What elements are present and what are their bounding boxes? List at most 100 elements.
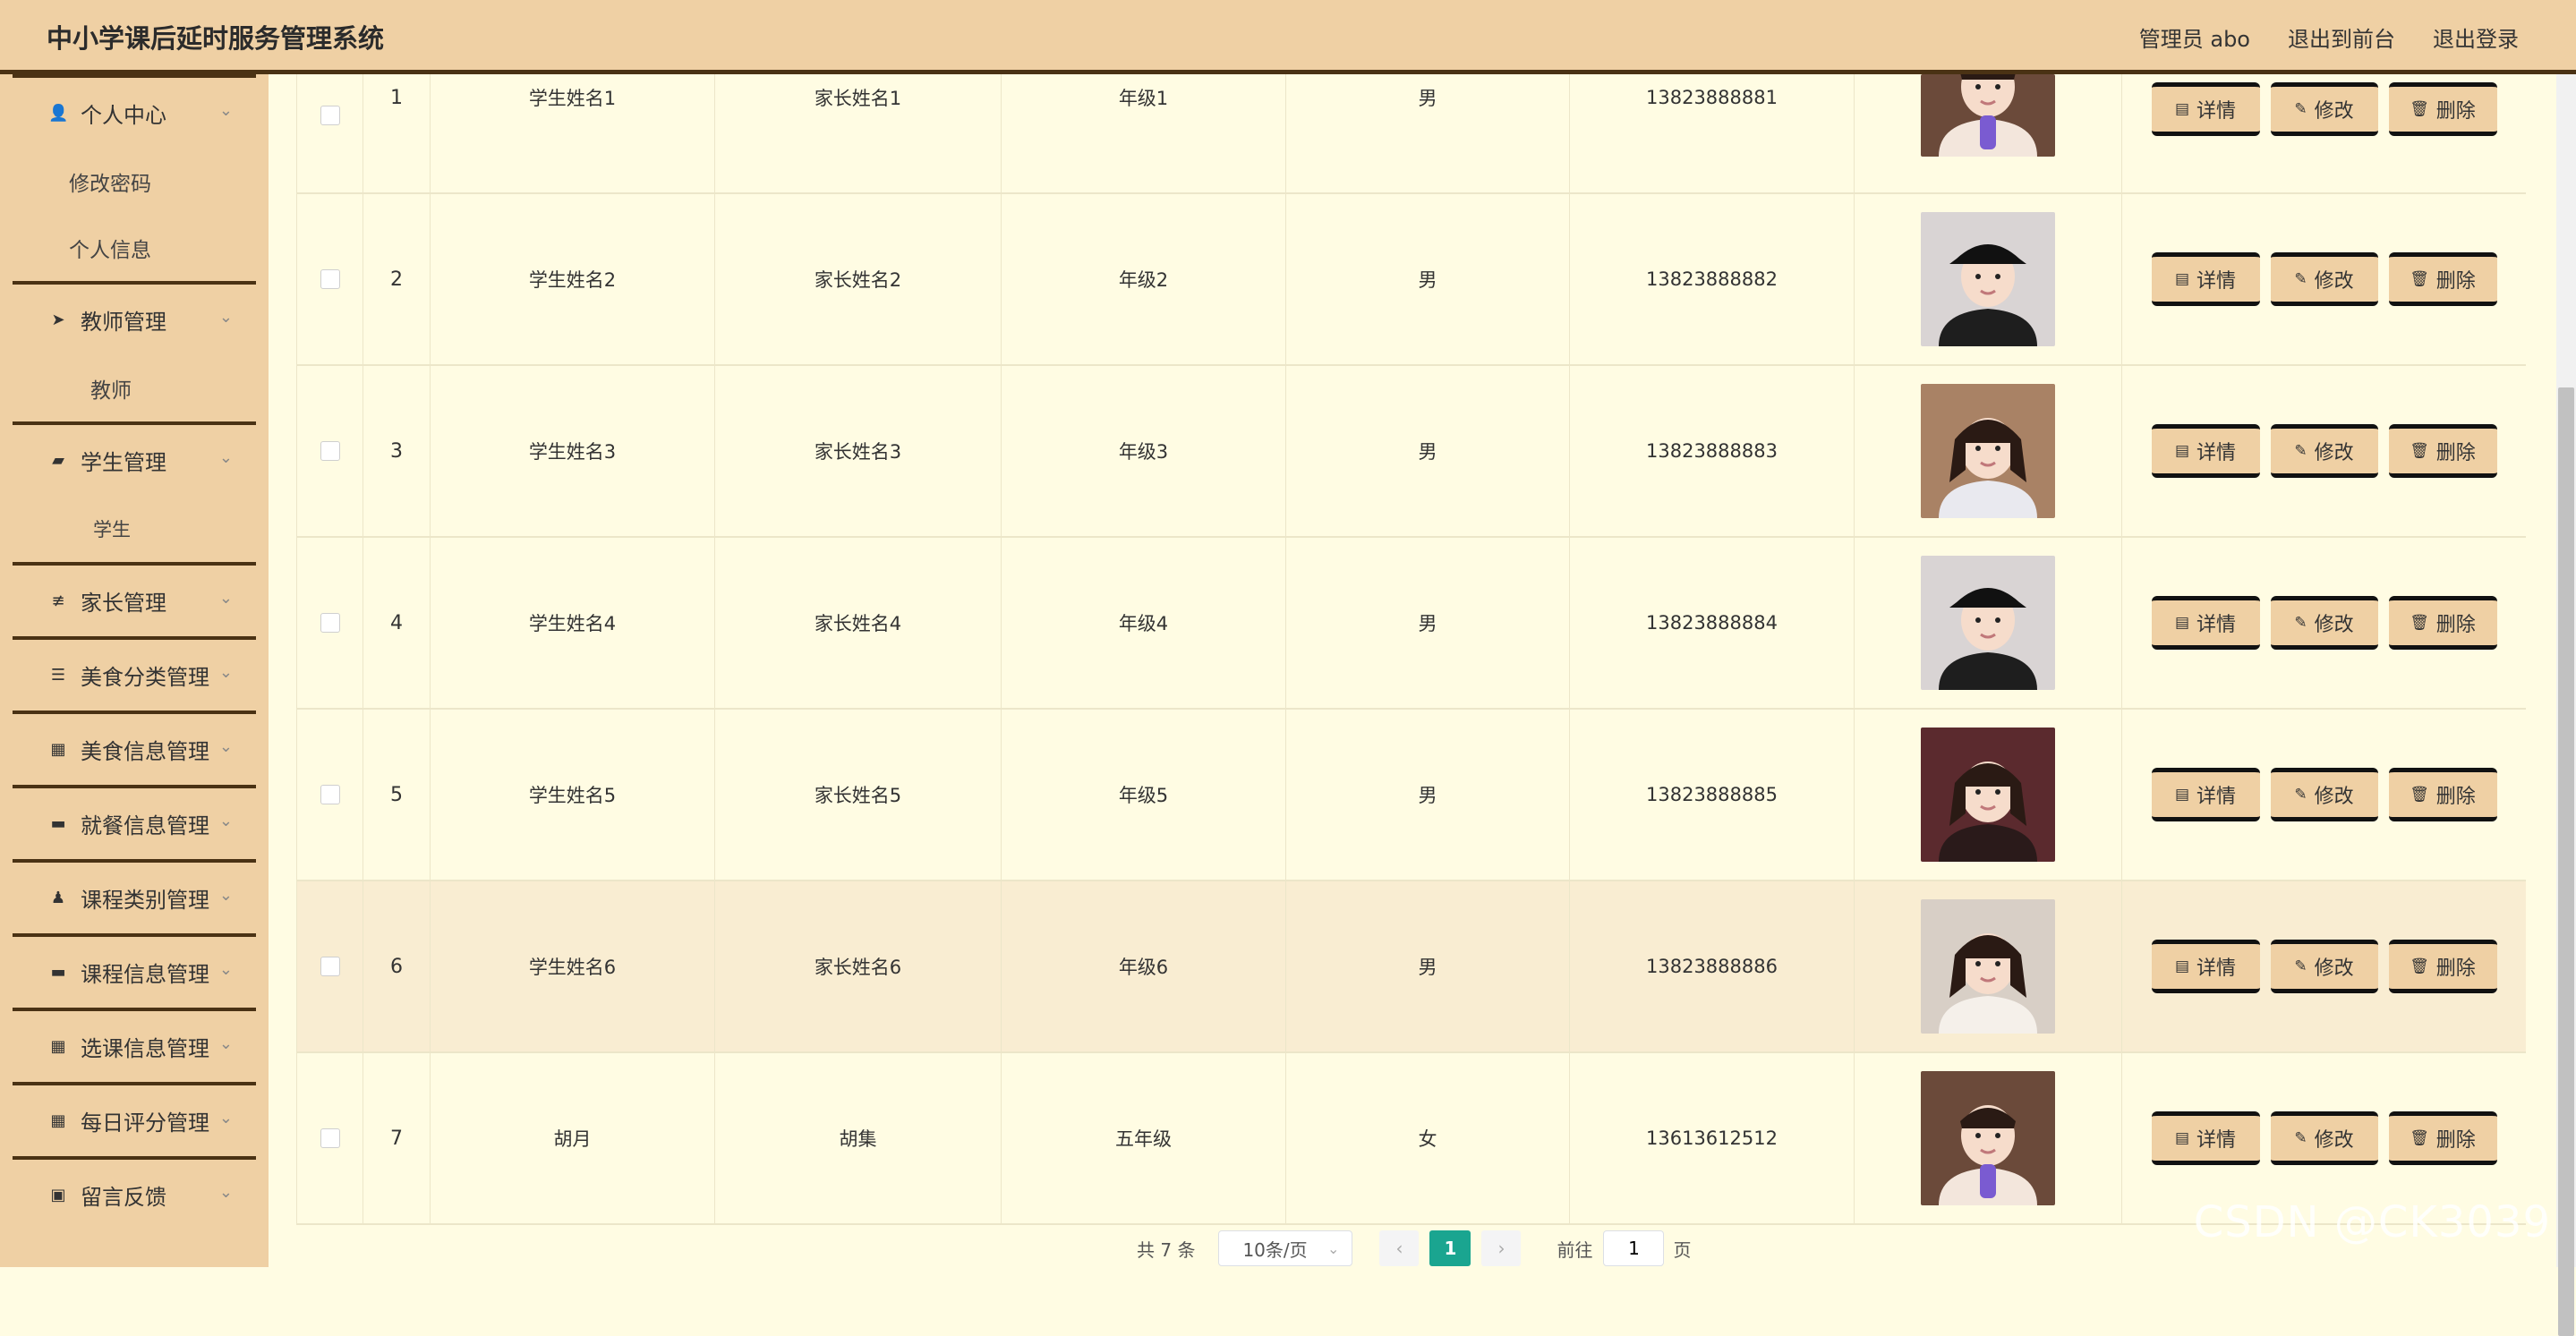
sidebar-subitem[interactable]: 修改密码 [0, 149, 269, 215]
edit-button[interactable]: ✎ 修改 [2270, 768, 2378, 821]
trash-icon: 🗑 [2410, 786, 2429, 804]
trash-icon: 🗑 [2410, 270, 2429, 288]
sidebar-item-label: 课程信息管理 [81, 962, 209, 987]
chevron-down-icon: ⌄ [218, 1183, 233, 1202]
student-name-cell: 学生姓名2 [431, 194, 715, 364]
prev-page-button[interactable]: ‹ [1379, 1230, 1420, 1266]
row-checkbox[interactable] [320, 785, 340, 804]
detail-button[interactable]: ▤ 详情 [2151, 768, 2260, 821]
pencil-icon: ✎ [2294, 786, 2307, 804]
parent-name-cell: 家长姓名5 [715, 710, 1002, 880]
detail-button[interactable]: ▤ 详情 [2151, 1111, 2260, 1165]
edit-button[interactable]: ✎ 修改 [2270, 596, 2378, 650]
sidebar-item-2[interactable]: ▰ 学生管理 ⌄ [13, 421, 256, 496]
scrollbar-track[interactable] [2556, 74, 2576, 1336]
trash-icon: 🗑 [2410, 614, 2429, 632]
student-name-cell: 学生姓名1 [431, 74, 715, 192]
sidebar-item-9[interactable]: ▦ 选课信息管理 ⌄ [13, 1008, 256, 1082]
grade-cell: 年级6 [1002, 881, 1286, 1051]
edit-button[interactable]: ✎ 修改 [2270, 82, 2378, 136]
parent-name-cell: 家长姓名6 [715, 881, 1002, 1051]
sidebar-item-3[interactable]: ≢ 家长管理 ⌄ [13, 562, 256, 636]
detail-button-label: 详情 [2196, 1129, 2237, 1152]
gender-cell: 女 [1286, 1053, 1570, 1223]
gender-cell: 男 [1286, 538, 1570, 708]
delete-button[interactable]: 🗑 删除 [2388, 252, 2497, 306]
detail-button[interactable]: ▤ 详情 [2151, 940, 2260, 993]
row-checkbox[interactable] [320, 613, 340, 633]
sidebar-item-0[interactable]: 👤 个人中心 ⌄ [13, 74, 256, 149]
delete-button[interactable]: 🗑 删除 [2388, 82, 2497, 136]
edit-button[interactable]: ✎ 修改 [2270, 1111, 2378, 1165]
delete-button-label: 删除 [2435, 100, 2476, 123]
index-cell: 4 [363, 538, 431, 708]
page-size-select[interactable]: 10条/页 ⌄ [1218, 1230, 1353, 1266]
select-cell [297, 881, 363, 1051]
row-checkbox[interactable] [320, 106, 340, 125]
sidebar-item-6[interactable]: ▬ 就餐信息管理 ⌄ [13, 785, 256, 859]
next-page-button[interactable]: › [1481, 1230, 1522, 1266]
row-checkbox[interactable] [320, 957, 340, 976]
parent-name-cell: 家长姓名3 [715, 366, 1002, 536]
delete-button[interactable]: 🗑 删除 [2388, 1111, 2497, 1165]
sidebar-item-4[interactable]: ☰ 美食分类管理 ⌄ [13, 636, 256, 711]
sidebar-item-8[interactable]: ▬ 课程信息管理 ⌄ [13, 933, 256, 1008]
delete-button-label: 删除 [2435, 442, 2476, 464]
sidebar-item-5[interactable]: ▦ 美食信息管理 ⌄ [13, 711, 256, 785]
sidebar-item-7[interactable]: ♟ 课程类别管理 ⌄ [13, 859, 256, 933]
edit-button-label: 修改 [2314, 957, 2354, 980]
delete-button[interactable]: 🗑 删除 [2388, 940, 2497, 993]
edit-button[interactable]: ✎ 修改 [2270, 424, 2378, 478]
sidebar-subitem[interactable]: 个人信息 [0, 215, 269, 281]
sidebar-item-10[interactable]: ▦ 每日评分管理 ⌄ [13, 1082, 256, 1156]
page-number-1[interactable]: 1 [1429, 1230, 1471, 1266]
sidebar-subitem[interactable]: 学生 [0, 496, 269, 562]
student-photo [1921, 899, 2055, 1034]
total-count: 共 7 条 [1137, 1238, 1196, 1261]
sidebar-item-11[interactable]: ▣ 留言反馈 ⌄ [13, 1156, 256, 1230]
phone-cell: 13823888885 [1570, 710, 1855, 880]
sidebar-item-1[interactable]: ➤ 教师管理 ⌄ [13, 281, 256, 355]
scrollbar-thumb[interactable] [2558, 387, 2574, 1336]
detail-button[interactable]: ▤ 详情 [2151, 424, 2260, 478]
row-checkbox[interactable] [320, 269, 340, 289]
chevron-down-icon: ⌄ [218, 308, 233, 327]
row-checkbox[interactable] [320, 1128, 340, 1148]
sidebar-item-label: 美食分类管理 [81, 665, 209, 690]
detail-button-label: 详情 [2196, 957, 2237, 980]
exit-to-front-link[interactable]: 退出到前台 [2288, 21, 2395, 53]
person-icon: 👤 [48, 104, 69, 123]
phone-cell: 13823888881 [1570, 74, 1855, 192]
goto-page-input[interactable] [1603, 1230, 1665, 1266]
delete-button[interactable]: 🗑 删除 [2388, 424, 2497, 478]
student-table: 1 学生姓名1 家长姓名1 年级1 男 13823888881 ▤ 详情 ✎ 修改 🗑 删除 2 学生姓名… [296, 74, 2526, 1225]
chevron-down-icon: ⌄ [218, 663, 233, 682]
sidebar-subitem[interactable]: 教师 [0, 355, 269, 421]
gender-cell: 男 [1286, 194, 1570, 364]
table-row: 3 学生姓名3 家长姓名3 年级3 男 13823888883 ▤ 详情 ✎ 修改 🗑 删除 [297, 366, 2526, 538]
grade-cell: 年级5 [1002, 710, 1286, 880]
delete-button-label: 删除 [2435, 270, 2476, 293]
edit-button[interactable]: ✎ 修改 [2270, 252, 2378, 306]
delete-button[interactable]: 🗑 删除 [2388, 768, 2497, 821]
edit-button[interactable]: ✎ 修改 [2270, 940, 2378, 993]
sidebar-item-label: 家长管理 [81, 591, 166, 616]
pencil-icon: ✎ [2294, 270, 2307, 288]
row-checkbox[interactable] [320, 441, 340, 461]
chevron-down-icon: ⌄ [218, 448, 233, 467]
sidebar-item-label: 就餐信息管理 [81, 813, 209, 838]
student-photo [1921, 212, 2055, 346]
logout-link[interactable]: 退出登录 [2433, 21, 2519, 53]
detail-button[interactable]: ▤ 详情 [2151, 596, 2260, 650]
list-icon: ☰ [50, 666, 66, 685]
photo-cell [1855, 881, 2122, 1051]
select-cell [297, 74, 363, 192]
sidebar-item-label: 每日评分管理 [81, 1110, 209, 1136]
select-cell [297, 366, 363, 536]
student-photo [1921, 728, 2055, 862]
select-cell [297, 194, 363, 364]
detail-button[interactable]: ▤ 详情 [2151, 82, 2260, 136]
detail-button[interactable]: ▤ 详情 [2151, 252, 2260, 306]
delete-button[interactable]: 🗑 删除 [2388, 596, 2497, 650]
table-row: 5 学生姓名5 家长姓名5 年级5 男 13823888885 ▤ 详情 ✎ 修改 🗑 删除 [297, 710, 2526, 881]
